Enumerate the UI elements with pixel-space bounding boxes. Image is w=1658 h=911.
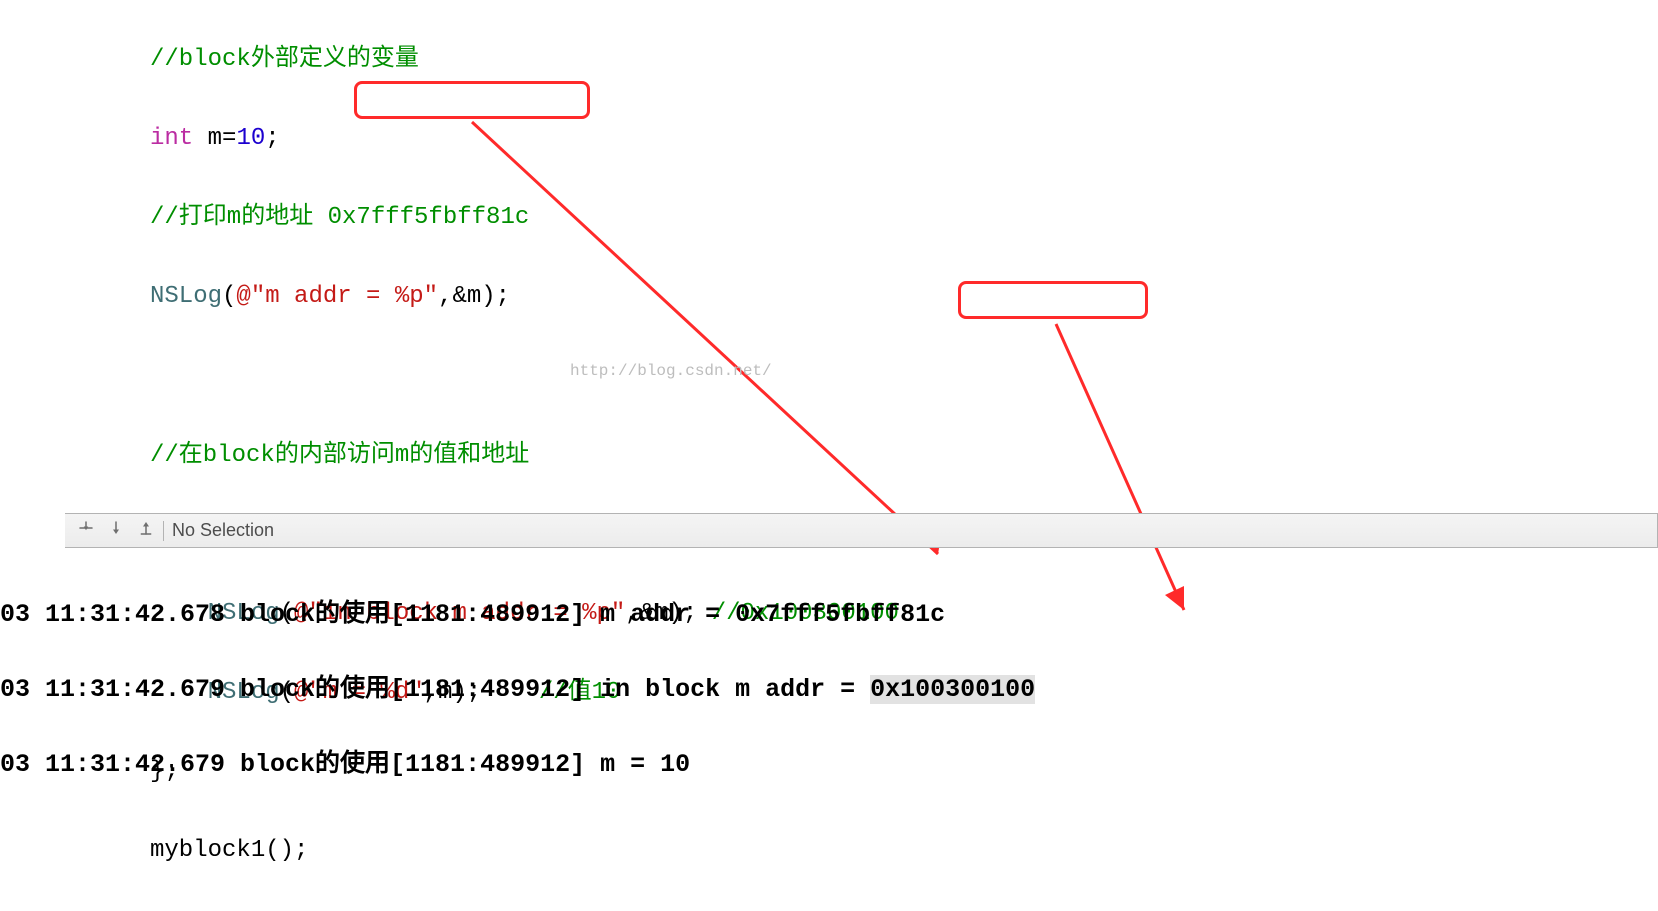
console-line: 03 11:31:42.679 block的使用[1181:489912] m … [0, 746, 1035, 784]
code-text: m= [193, 125, 236, 152]
selected-text: 0x100300100 [870, 675, 1035, 704]
console-line: 03 11:31:42.679 block的使用[1181:489912] in… [0, 671, 1035, 709]
code-comment: //打印m的地址 [150, 204, 328, 231]
debug-status-label: No Selection [172, 520, 274, 541]
step-out-icon[interactable] [131, 519, 161, 542]
code-at: @ [236, 283, 250, 310]
toggle-breakpoints-icon[interactable] [71, 519, 101, 542]
highlighted-address-1: 0x7fff5fbff81c [328, 204, 530, 231]
toolbar-separator [163, 521, 164, 541]
code-comment: //block外部定义的变量 [150, 46, 419, 73]
code-call: NSLog [150, 283, 222, 310]
step-in-icon[interactable] [101, 519, 131, 542]
console-line: 03 11:31:42.678 block的使用[1181:489912] m … [0, 596, 1035, 634]
console-output[interactable]: 03 11:31:42.678 block的使用[1181:489912] m … [0, 558, 1035, 821]
code-number: 10 [236, 125, 265, 152]
debug-toolbar: No Selection [65, 513, 1658, 548]
code-string: "m addr = %p" [251, 283, 438, 310]
code-text: ( [222, 283, 236, 310]
code-text: ; [265, 125, 279, 152]
code-keyword: int [150, 125, 193, 152]
code-comment: //在block的内部访问m的值和地址 [150, 442, 529, 469]
code-text: myblock1(); [150, 837, 308, 864]
code-text: ,&m); [438, 283, 510, 310]
